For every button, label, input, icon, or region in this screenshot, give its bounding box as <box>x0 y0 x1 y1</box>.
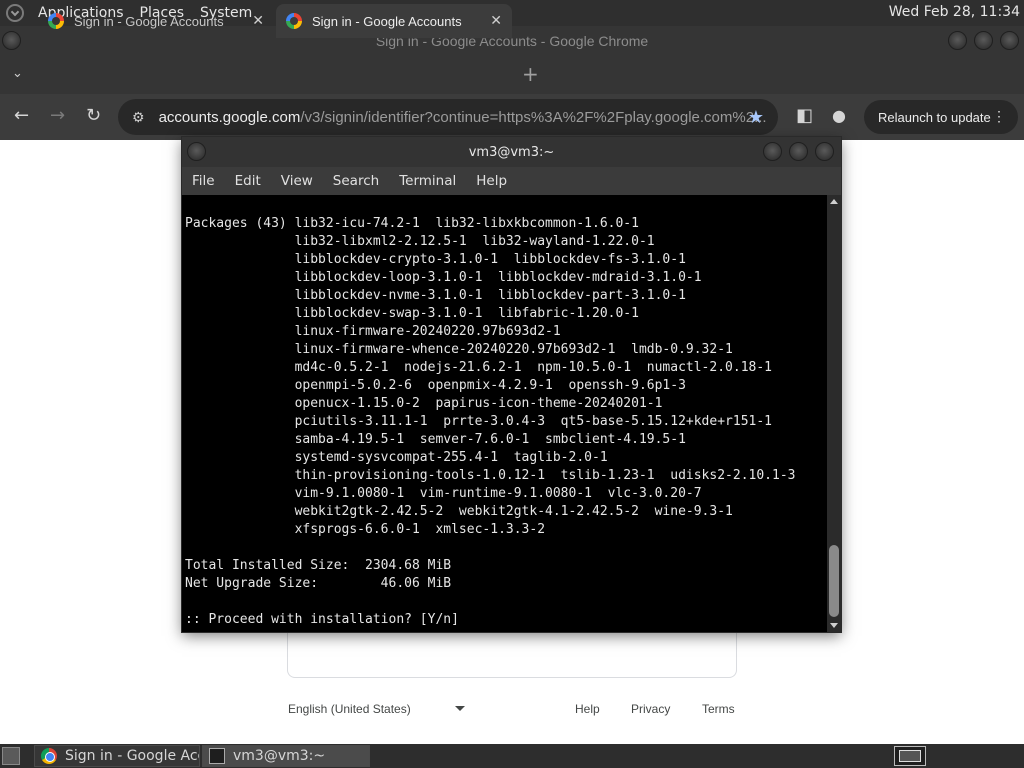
terminal-line: thin-provisioning-tools-1.0.12-1 tslib-1… <box>185 468 796 483</box>
taskbar-terminal-button[interactable]: vm3@vm3:~ <box>202 745 370 767</box>
menu-file[interactable]: File <box>182 173 225 189</box>
bookmark-star-icon[interactable]: ★ <box>748 107 764 128</box>
tab-label: Sign in - Google Accounts <box>74 13 224 29</box>
menu-help[interactable]: Help <box>466 173 517 189</box>
chrome-maximize-button[interactable] <box>974 31 993 50</box>
page-footer: English (United States) Help Privacy Ter… <box>0 700 1024 720</box>
scroll-down-icon[interactable] <box>830 623 838 628</box>
tab-close-icon[interactable]: ✕ <box>252 12 264 29</box>
taskbar: Sign in - Google Acc... vm3@vm3:~ <box>0 744 1024 768</box>
terminal-scrollbar[interactable] <box>827 195 841 632</box>
terminal-line: md4c-0.5.2-1 nodejs-21.6.2-1 npm-10.5.0-… <box>185 360 772 375</box>
reload-icon[interactable]: ↻ <box>86 106 101 126</box>
dropdown-caret-icon[interactable] <box>455 706 465 711</box>
workspace-1[interactable] <box>899 750 921 762</box>
workspace-switcher[interactable] <box>894 746 926 766</box>
profile-icon[interactable]: ● <box>832 106 846 126</box>
terminal-line: vim-9.1.0080-1 vim-runtime-9.1.0080-1 vl… <box>185 486 702 501</box>
task-label: Sign in - Google Acc... <box>65 748 199 764</box>
terminal-close-button[interactable] <box>815 142 834 161</box>
terminal-icon <box>209 748 225 764</box>
taskbar-chrome-button[interactable]: Sign in - Google Acc... <box>34 745 200 767</box>
terminal-menubar: File Edit View Search Terminal Help <box>182 167 841 195</box>
address-bar[interactable]: ⚙ accounts.google.com/v3/signin/identifi… <box>118 99 778 135</box>
footer-help-link[interactable]: Help <box>575 702 600 716</box>
new-tab-button[interactable]: + <box>522 62 539 86</box>
terminal-line: :: Proceed with installation? [Y/n] <box>185 612 459 627</box>
tab-label: Sign in - Google Accounts <box>312 13 462 29</box>
scrollbar-thumb[interactable] <box>829 545 839 617</box>
terminal-output[interactable]: Packages (43) lib32-icu-74.2-1 lib32-lib… <box>182 195 827 632</box>
menu-search[interactable]: Search <box>323 173 389 189</box>
tab-strip <box>0 56 1024 94</box>
chrome-close-button[interactable] <box>1000 31 1019 50</box>
tab-search-icon[interactable]: ⌄ <box>12 66 23 81</box>
terminal-minimize-button[interactable] <box>763 142 782 161</box>
distro-logo-icon[interactable] <box>6 4 24 22</box>
tab-sign-in-1[interactable]: Sign in - Google Accounts ✕ <box>38 4 274 38</box>
terminal-line: linux-firmware-whence-20240220.97b693d2-… <box>185 342 733 357</box>
menu-edit[interactable]: Edit <box>225 173 271 189</box>
terminal-line: pciutils-3.11.1-1 prrte-3.0.4-3 qt5-base… <box>185 414 772 429</box>
scroll-up-icon[interactable] <box>830 199 838 204</box>
terminal-window[interactable]: vm3@vm3:~ File Edit View Search Terminal… <box>182 137 841 632</box>
show-desktop-button[interactable] <box>2 747 20 765</box>
language-select[interactable]: English (United States) <box>288 702 411 716</box>
tab-sign-in-2[interactable]: Sign in - Google Accounts ✕ <box>276 4 512 38</box>
terminal-line: linux-firmware-20240220.97b693d2-1 <box>185 324 561 339</box>
terminal-line: openmpi-5.0.2-6 openpmix-4.2.9-1 openssh… <box>185 378 686 393</box>
chrome-minimize-button[interactable] <box>948 31 967 50</box>
terminal-line: xfsprogs-6.6.0-1 xmlsec-1.3.3-2 <box>185 522 546 537</box>
terminal-line: samba-4.19.5-1 semver-7.6.0-1 smbclient-… <box>185 432 686 447</box>
relaunch-to-update-button[interactable]: Relaunch to update ⋮ <box>864 100 1018 134</box>
tab-close-icon[interactable]: ✕ <box>490 12 502 29</box>
chrome-window-menu-button[interactable] <box>2 31 21 50</box>
terminal-line: Total Installed Size: 2304.68 MiB <box>185 558 452 573</box>
footer-terms-link[interactable]: Terms <box>702 702 735 716</box>
terminal-line: openucx-1.15.0-2 papirus-icon-theme-2024… <box>185 396 663 411</box>
relaunch-label: Relaunch to update <box>878 109 991 125</box>
terminal-line: webkit2gtk-2.42.5-2 webkit2gtk-4.1-2.42.… <box>185 504 733 519</box>
more-menu-icon[interactable]: ⋮ <box>992 108 1006 125</box>
terminal-line: libblockdev-crypto-3.1.0-1 libblockdev-f… <box>185 252 686 267</box>
url-host: accounts.google.com <box>158 108 301 126</box>
terminal-line: libblockdev-loop-3.1.0-1 libblockdev-mdr… <box>185 270 702 285</box>
menu-terminal[interactable]: Terminal <box>389 173 466 189</box>
terminal-window-menu-button[interactable] <box>187 142 206 161</box>
terminal-line: libblockdev-swap-3.1.0-1 libfabric-1.20.… <box>185 306 639 321</box>
task-label: vm3@vm3:~ <box>233 748 326 764</box>
side-panel-icon[interactable]: ◧ <box>796 106 813 126</box>
clock[interactable]: Wed Feb 28, 11:34 <box>889 4 1020 20</box>
terminal-line: Net Upgrade Size: 46.06 MiB <box>185 576 452 591</box>
terminal-line: Packages (43) lib32-icu-74.2-1 lib32-lib… <box>185 216 639 231</box>
terminal-line: lib32-libxml2-2.12.5-1 lib32-wayland-1.2… <box>185 234 655 249</box>
google-favicon-icon <box>286 13 302 29</box>
url-path: /v3/signin/identifier?continue=https%3A%… <box>300 108 767 126</box>
terminal-titlebar[interactable]: vm3@vm3:~ <box>182 137 841 167</box>
terminal-title: vm3@vm3:~ <box>468 144 555 160</box>
site-info-icon[interactable]: ⚙ <box>132 109 145 126</box>
terminal-maximize-button[interactable] <box>789 142 808 161</box>
footer-privacy-link[interactable]: Privacy <box>631 702 670 716</box>
menu-view[interactable]: View <box>271 173 323 189</box>
chrome-icon <box>41 748 57 764</box>
terminal-line: libblockdev-nvme-3.1.0-1 libblockdev-par… <box>185 288 686 303</box>
terminal-line: systemd-sysvcompat-255.4-1 taglib-2.0-1 <box>185 450 608 465</box>
back-icon[interactable]: ← <box>14 106 29 126</box>
forward-icon[interactable]: → <box>50 106 65 126</box>
google-favicon-icon <box>48 13 64 29</box>
